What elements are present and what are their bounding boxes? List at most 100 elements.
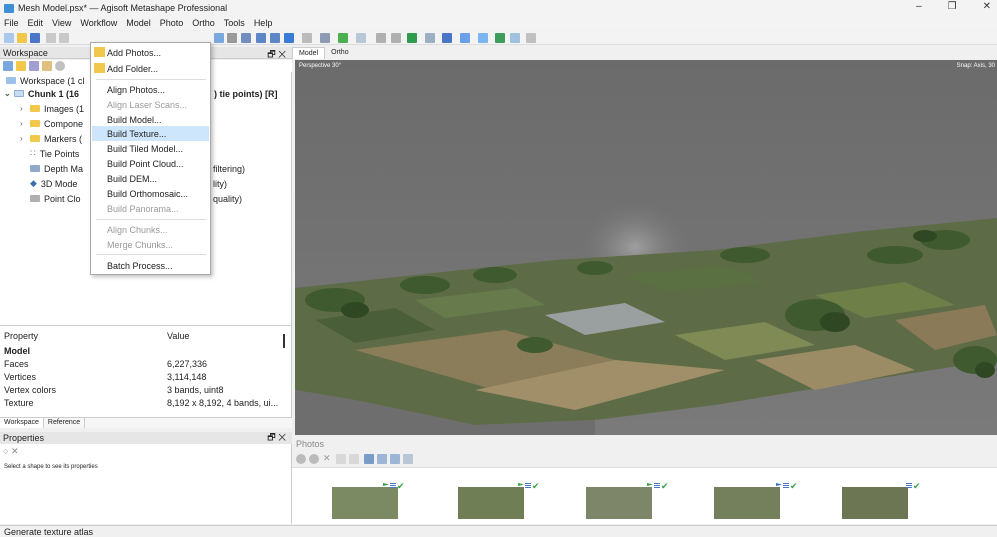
save-project-icon[interactable] xyxy=(30,33,40,43)
chevron-right-icon[interactable]: › xyxy=(20,119,30,128)
add-photos-icon[interactable] xyxy=(16,61,26,71)
menu-item-build-texture[interactable]: Build Texture... xyxy=(92,126,209,141)
snap-label: Snap: Axis, 30 xyxy=(956,63,995,69)
close-icon[interactable]: ✕ xyxy=(11,446,19,456)
tree-item-point-cloud[interactable]: Point Clo xyxy=(30,192,81,205)
photo-thumbnail[interactable] xyxy=(842,487,908,519)
list-view-icon[interactable] xyxy=(403,454,413,464)
rotate-right-icon[interactable] xyxy=(349,454,359,464)
disable-camera-icon[interactable] xyxy=(309,454,319,464)
menu-tools[interactable]: Tools xyxy=(224,18,245,28)
model-viewport[interactable]: Perspective 30° Snap: Axis, 30 xyxy=(295,60,997,435)
add-markers-icon[interactable] xyxy=(29,61,39,71)
tiled-icon[interactable] xyxy=(376,33,386,43)
maximize-button[interactable]: ❐ xyxy=(948,1,957,12)
redo-icon[interactable] xyxy=(59,33,69,43)
tree-item-images[interactable]: › Images (1 xyxy=(20,102,84,115)
enable-camera-icon[interactable] xyxy=(296,454,306,464)
delete-selection-icon[interactable] xyxy=(227,33,237,43)
menu-item-build-dem[interactable]: Build DEM... xyxy=(107,171,157,186)
tab-ortho[interactable]: Ortho xyxy=(325,47,355,59)
menu-ortho[interactable]: Ortho xyxy=(192,18,215,28)
tree-item-tie-points[interactable]: ∷ Tie Points xyxy=(30,147,79,160)
minimize-button[interactable]: – xyxy=(916,1,922,12)
menu-item-add-photos[interactable]: Add Photos... xyxy=(107,45,161,60)
menu-item-merge-chunks: Merge Chunks... xyxy=(107,239,174,250)
menu-workflow[interactable]: Workflow xyxy=(80,18,117,28)
tree-item-3d-model[interactable]: ◆ 3D Mode xyxy=(30,177,77,190)
menu-item-batch-process[interactable]: Batch Process... xyxy=(107,258,173,273)
reset-view-icon[interactable] xyxy=(364,454,374,464)
table-row: Faces 6,227,336 xyxy=(4,359,208,369)
menu-item-add-folder[interactable]: Add Folder... xyxy=(107,61,158,76)
layout-icon[interactable] xyxy=(526,33,536,43)
open-project-icon[interactable] xyxy=(17,33,27,43)
markers-icon[interactable] xyxy=(442,33,452,43)
photo-thumbnail[interactable] xyxy=(714,487,780,519)
menu-separator xyxy=(96,79,206,80)
crop-selection-icon[interactable] xyxy=(241,33,251,43)
menu-view[interactable]: View xyxy=(52,18,71,28)
move-icon[interactable] xyxy=(284,33,294,43)
scalebars-icon[interactable] xyxy=(460,33,470,43)
tree-item-components[interactable]: › Compone xyxy=(20,117,83,130)
photo-thumbnail[interactable] xyxy=(332,487,398,519)
view-icon[interactable] xyxy=(510,33,520,43)
photo-thumbnail[interactable] xyxy=(586,487,652,519)
photo-status-badges: ✔ xyxy=(906,482,921,491)
workspace-title: Workspace xyxy=(3,47,48,58)
table-scrollbar[interactable] xyxy=(283,334,285,348)
shaded-icon[interactable] xyxy=(338,33,348,43)
rotate-left-icon[interactable] xyxy=(336,454,346,464)
menu-photo[interactable]: Photo xyxy=(160,18,184,28)
chevron-right-icon[interactable]: › xyxy=(20,134,30,143)
menu-item-align-photos[interactable]: Align Photos... xyxy=(107,82,165,97)
orthomosaic-icon[interactable] xyxy=(407,33,417,43)
tab-model[interactable]: Model xyxy=(292,47,326,59)
tree-workspace-root[interactable]: Workspace (1 cl xyxy=(6,74,84,87)
menu-item-build-point-cloud[interactable]: Build Point Cloud... xyxy=(107,156,184,171)
status-bar: Generate texture atlas xyxy=(0,525,997,537)
tree-chunk[interactable]: ⌄ Chunk 1 (16 xyxy=(4,87,79,100)
close-button[interactable]: ✕ xyxy=(983,1,991,12)
new-project-icon[interactable] xyxy=(4,33,14,43)
tree-item-markers[interactable]: › Markers ( xyxy=(20,132,82,145)
cameras-icon[interactable] xyxy=(478,33,488,43)
menu-file[interactable]: File xyxy=(4,18,19,28)
menu-item-build-tiled-model[interactable]: Build Tiled Model... xyxy=(107,141,183,156)
tab-workspace[interactable]: Workspace xyxy=(0,418,44,428)
remove-camera-icon[interactable]: ✕ xyxy=(323,453,331,464)
tree-item-depth-maps[interactable]: Depth Ma xyxy=(30,162,83,175)
undo-icon[interactable] xyxy=(46,33,56,43)
zoom-out-icon[interactable] xyxy=(270,33,280,43)
large-icons-icon[interactable] xyxy=(377,454,387,464)
terrain-render xyxy=(295,60,997,435)
tab-reference[interactable]: Reference xyxy=(44,418,86,428)
navigation-icon[interactable] xyxy=(214,33,224,43)
circle-icon[interactable]: ○ xyxy=(3,446,8,456)
window-title: Mesh Model.psx* — Agisoft Metashape Prof… xyxy=(18,3,228,13)
chevron-down-icon[interactable]: ⌄ xyxy=(4,89,14,98)
add-photos-icon xyxy=(94,47,105,57)
photo-thumbnail[interactable] xyxy=(458,487,524,519)
model-icon[interactable] xyxy=(320,33,330,43)
chevron-right-icon[interactable]: › xyxy=(20,104,30,113)
menu-item-build-model[interactable]: Build Model... xyxy=(107,112,162,127)
point-cloud-icon[interactable] xyxy=(302,33,312,43)
details-icon[interactable] xyxy=(390,454,400,464)
zoom-in-icon[interactable] xyxy=(256,33,266,43)
bars-icon xyxy=(906,483,912,489)
photos-panel-header: Photos xyxy=(292,437,997,451)
textured-icon[interactable] xyxy=(356,33,366,43)
menu-model[interactable]: Model xyxy=(126,18,151,28)
remove-items-icon[interactable] xyxy=(42,61,52,71)
disable-icon[interactable] xyxy=(55,61,65,71)
menu-edit[interactable]: Edit xyxy=(28,18,44,28)
shapes-icon[interactable] xyxy=(425,33,435,43)
flag-icon[interactable] xyxy=(495,33,505,43)
menu-help[interactable]: Help xyxy=(254,18,273,28)
menu-item-build-orthomosaic[interactable]: Build Orthomosaic... xyxy=(107,186,188,201)
properties-panel: ○ ✕ Select a shape to see its properties xyxy=(0,444,292,524)
dem-icon[interactable] xyxy=(391,33,401,43)
add-chunk-icon[interactable] xyxy=(3,61,13,71)
